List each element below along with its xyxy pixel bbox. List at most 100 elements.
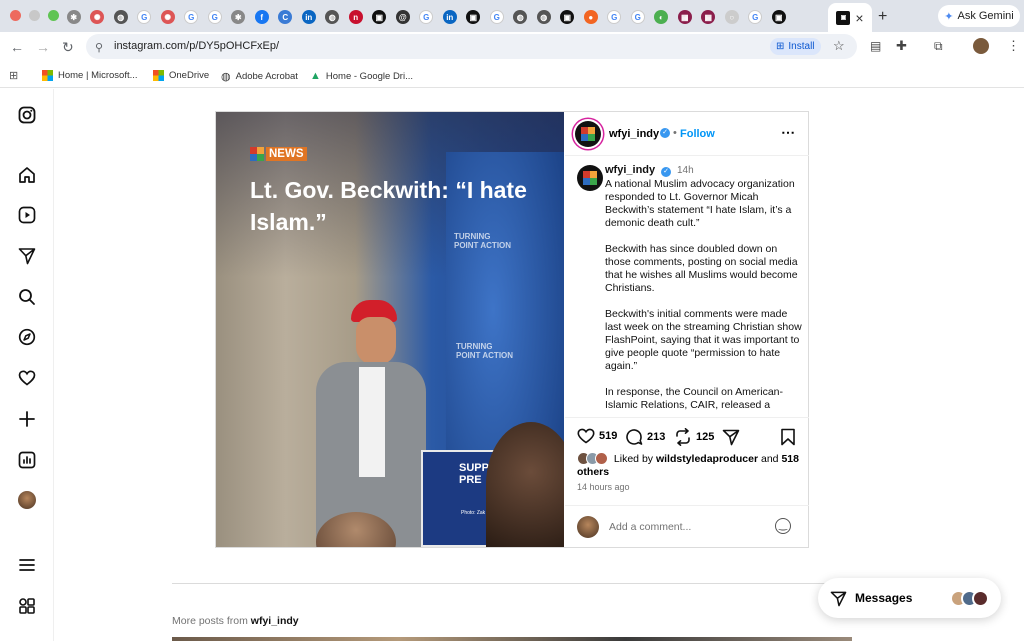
- browser-tab[interactable]: in: [438, 6, 462, 28]
- save-action[interactable]: [780, 428, 796, 446]
- tab-search-icon[interactable]: ⧉: [934, 39, 943, 54]
- profile-avatar[interactable]: [973, 38, 989, 54]
- author-avatar[interactable]: [575, 121, 601, 147]
- reload-icon[interactable]: ↻: [62, 39, 74, 56]
- comment-action[interactable]: 213: [625, 428, 665, 446]
- bookmark-adobe-acrobat[interactable]: ◍ Adobe Acrobat: [221, 70, 298, 83]
- reels-icon[interactable]: [17, 205, 37, 225]
- browser-tab[interactable]: ◐: [650, 6, 674, 28]
- browser-tab[interactable]: f: [250, 6, 274, 28]
- menu-icon[interactable]: ⋮: [1007, 38, 1020, 54]
- microsoft-icon: [42, 70, 53, 81]
- extension-icon[interactable]: ▤: [870, 39, 881, 53]
- liked-by-user[interactable]: wildstyledaproducer: [656, 453, 758, 465]
- browser-tab[interactable]: G: [626, 6, 650, 28]
- like-action[interactable]: 519: [577, 428, 617, 444]
- messages-button[interactable]: Messages: [818, 578, 1001, 618]
- bookmark-microsoft-home[interactable]: Home | Microsoft...: [42, 70, 138, 81]
- url-text[interactable]: instagram.com/p/DY5pOHCFxEp/: [114, 40, 279, 52]
- browser-tab[interactable]: ▣: [767, 6, 791, 28]
- notifications-heart-icon[interactable]: [17, 368, 37, 388]
- browser-tab[interactable]: @: [391, 6, 415, 28]
- browser-tab[interactable]: G: [133, 6, 157, 28]
- browser-tab[interactable]: ◍: [109, 6, 133, 28]
- browser-tab[interactable]: in: [297, 6, 321, 28]
- caption-avatar[interactable]: [577, 165, 603, 191]
- emoji-icon[interactable]: ‿: [775, 518, 791, 534]
- browser-tab[interactable]: ✺: [156, 6, 180, 28]
- site-info-icon[interactable]: ⚲: [95, 41, 103, 54]
- follow-button[interactable]: Follow: [680, 128, 715, 140]
- like-heart-icon[interactable]: [577, 428, 595, 444]
- browser-tab[interactable]: ▣: [556, 6, 580, 28]
- direct-send-icon[interactable]: [17, 246, 37, 266]
- browser-tab[interactable]: G: [203, 6, 227, 28]
- more-posts-user[interactable]: wfyi_indy: [251, 615, 299, 627]
- post-image[interactable]: TURNING POINT ACTION TURNING POINT ACTIO…: [216, 112, 564, 547]
- browser-tab[interactable]: ▣: [368, 6, 392, 28]
- also-from-meta-icon[interactable]: [17, 596, 37, 616]
- share-icon[interactable]: [722, 428, 740, 446]
- settings-icon: ✱: [231, 10, 246, 24]
- bookmark-onedrive[interactable]: OneDrive: [153, 70, 209, 81]
- ask-gemini-button[interactable]: ✦ Ask Gemini: [938, 5, 1020, 27]
- browser-tab[interactable]: ◍: [532, 6, 556, 28]
- browser-tab[interactable]: G: [180, 6, 204, 28]
- bookmark-star-icon[interactable]: ☆: [833, 38, 845, 54]
- close-tab-button[interactable]: ×: [855, 10, 863, 26]
- new-tab-button[interactable]: +: [878, 8, 887, 26]
- create-plus-icon[interactable]: [17, 409, 37, 429]
- browser-tab[interactable]: ▦: [673, 6, 697, 28]
- caption-username[interactable]: wfyi_indy: [605, 164, 655, 176]
- home-icon[interactable]: [17, 165, 37, 185]
- profile-avatar-icon[interactable]: [17, 490, 37, 510]
- forward-icon[interactable]: →: [36, 39, 50, 55]
- browser-tab[interactable]: ◍: [509, 6, 533, 28]
- install-icon: ⊞: [776, 41, 785, 52]
- browser-tab[interactable]: G: [744, 6, 768, 28]
- browser-tab[interactable]: ●: [579, 6, 603, 28]
- back-icon[interactable]: ←: [10, 39, 24, 55]
- more-menu-icon[interactable]: [17, 555, 37, 575]
- puzzle-icon[interactable]: ✚: [896, 38, 907, 54]
- dashboard-icon[interactable]: [17, 450, 37, 470]
- post-card: TURNING POINT ACTION TURNING POINT ACTIO…: [215, 111, 809, 548]
- browser-tab[interactable]: G: [603, 6, 627, 28]
- more-posts-grid-preview[interactable]: [172, 637, 852, 641]
- install-label: Install: [788, 41, 815, 52]
- browser-tab[interactable]: C: [274, 6, 298, 28]
- author-username[interactable]: wfyi_indy: [609, 128, 659, 140]
- post-details: wfyi_indy ✓ • Follow ⋯ wfyi_indy ✓ 14h A…: [565, 112, 809, 547]
- thread-icon: @: [395, 10, 410, 24]
- close-window-button[interactable]: [10, 10, 21, 21]
- posted-ago[interactable]: 14 hours ago: [577, 482, 630, 492]
- browser-tab[interactable]: ✱: [62, 6, 86, 28]
- browser-tab[interactable]: G: [415, 6, 439, 28]
- more-options-icon[interactable]: ⋯: [781, 124, 796, 141]
- bookmark-google-drive[interactable]: ▲ Home - Google Dri...: [310, 70, 413, 82]
- instagram-logo-icon[interactable]: [17, 105, 37, 125]
- repost-icon[interactable]: [674, 428, 692, 446]
- comment-icon[interactable]: [625, 428, 643, 446]
- browser-tab[interactable]: ◍: [321, 6, 345, 28]
- browser-tab[interactable]: n: [344, 6, 368, 28]
- browser-tab[interactable]: ○: [720, 6, 744, 28]
- bookmark-icon[interactable]: [780, 428, 796, 446]
- browser-tab[interactable]: ✺: [86, 6, 110, 28]
- browser-tab[interactable]: G: [485, 6, 509, 28]
- tab-strip: ✱ ✺ ◍ G ✺ G G ✱ f Cin ◍ n ▣ @ Gin ▣ G ◍ ◍ ▣ ● G G ◐ ▦ ▦ ○ G ▣ ▣ × + …: [0, 0, 1024, 32]
- explore-icon[interactable]: [17, 327, 37, 347]
- search-icon[interactable]: [17, 287, 37, 307]
- active-tab[interactable]: ▣ ×: [828, 3, 872, 32]
- wfyi-logo-icon: [250, 147, 264, 161]
- repost-action[interactable]: 125: [674, 428, 714, 446]
- install-button[interactable]: ⊞ Install: [770, 38, 821, 55]
- browser-tab[interactable]: ▦: [697, 6, 721, 28]
- minimize-window-button[interactable]: [29, 10, 40, 21]
- share-action[interactable]: [722, 428, 740, 446]
- comment-input[interactable]: Add a comment...: [609, 521, 691, 533]
- browser-tab[interactable]: ✱: [227, 6, 251, 28]
- maximize-window-button[interactable]: [48, 10, 59, 21]
- browser-tab[interactable]: ▣: [462, 6, 486, 28]
- apps-icon[interactable]: ⊞: [9, 69, 18, 82]
